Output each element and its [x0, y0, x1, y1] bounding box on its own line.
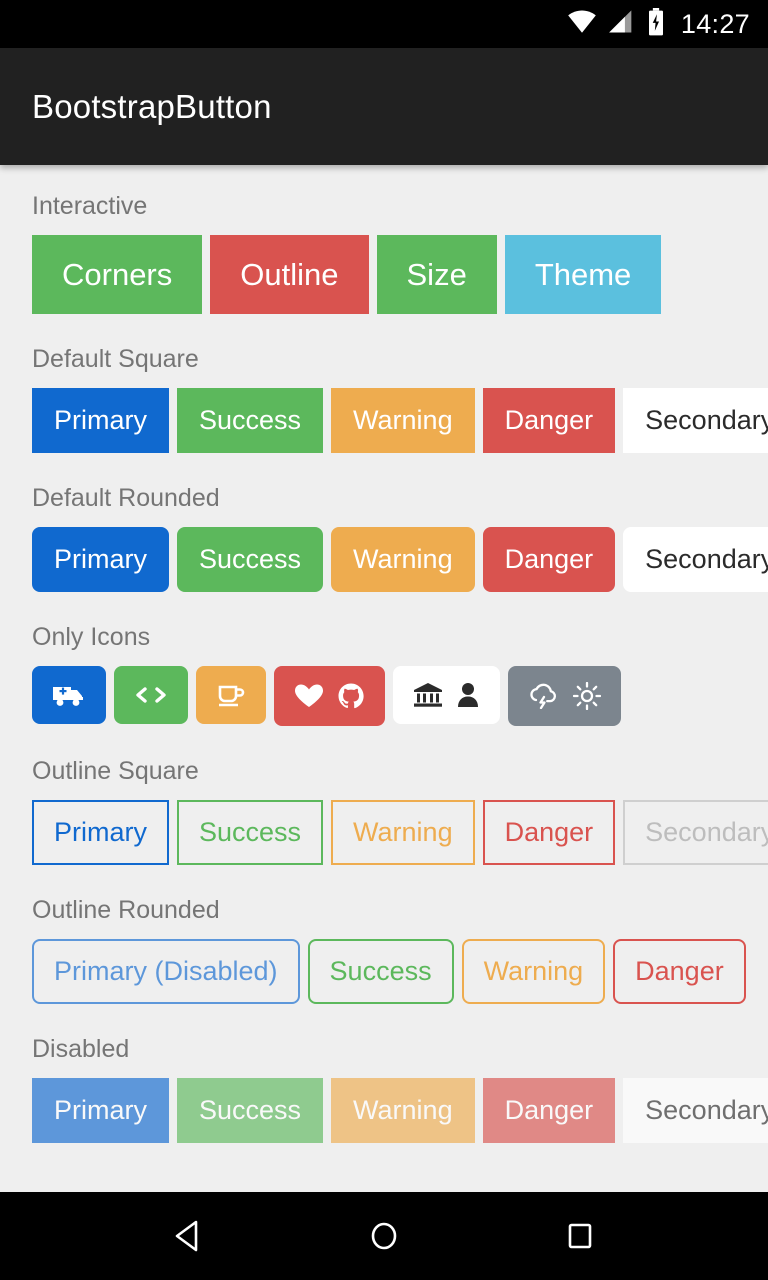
recents-icon[interactable]	[540, 1196, 620, 1276]
section-default-rounded: Default Rounded Primary Success Warning …	[32, 483, 768, 592]
section-outline-rounded: Outline Rounded Primary (Disabled) Succe…	[32, 895, 768, 1004]
navigation-bar	[0, 1192, 768, 1280]
button-outline-danger-rounded[interactable]: Danger	[613, 939, 746, 1004]
cellular-signal-icon	[608, 9, 636, 39]
bank-icon	[413, 682, 443, 708]
button-disabled-danger: Danger	[482, 1078, 616, 1143]
button-outline-success-square[interactable]: Success	[177, 800, 324, 865]
button-outline[interactable]: Outline	[210, 235, 369, 314]
app-title: BootstrapButton	[32, 87, 272, 125]
button-outline-danger-square[interactable]: Danger	[482, 800, 616, 865]
home-icon[interactable]	[344, 1196, 424, 1276]
status-bar-icons	[567, 7, 665, 41]
code-icon	[134, 682, 168, 708]
back-icon[interactable]	[148, 1196, 228, 1276]
button-row-only-icons	[32, 666, 768, 726]
heart-icon	[294, 683, 324, 709]
status-bar-clock: 14:27	[680, 8, 750, 39]
button-row-outline-square: Primary Success Warning Danger Secondary	[32, 800, 768, 865]
button-outline-warning-square[interactable]: Warning	[331, 800, 475, 865]
button-warning-square[interactable]: Warning	[331, 388, 475, 453]
button-bank-user[interactable]	[393, 666, 500, 724]
status-bar: 14:27	[0, 0, 768, 48]
section-disabled: Disabled Primary Success Warning Danger …	[32, 1034, 768, 1143]
button-size[interactable]: Size	[376, 235, 497, 314]
cloud-lightning-icon	[528, 683, 560, 709]
button-theme[interactable]: Theme	[504, 235, 662, 314]
button-secondary-square[interactable]: Secondary	[623, 388, 768, 453]
section-outline-square: Outline Square Primary Success Warning D…	[32, 756, 768, 865]
wifi-icon	[567, 9, 597, 39]
button-row-outline-rounded: Primary (Disabled) Success Warning Dange…	[32, 939, 768, 1004]
button-success-square[interactable]: Success	[177, 388, 324, 453]
android-screen: 14:27 BootstrapButton Interactive Corner…	[0, 0, 768, 1280]
github-icon	[337, 682, 365, 710]
button-disabled-primary: Primary	[32, 1078, 169, 1143]
button-outline-success-rounded[interactable]: Success	[307, 939, 454, 1004]
section-label: Interactive	[32, 192, 148, 220]
content-scroll-area[interactable]: Interactive Corners Outline Size Theme D…	[0, 165, 768, 1192]
button-danger-rounded[interactable]: Danger	[482, 527, 616, 592]
ambulance-icon	[52, 682, 86, 708]
button-outline-primary-square[interactable]: Primary	[32, 800, 169, 865]
button-primary-square[interactable]: Primary	[32, 388, 169, 453]
button-secondary-rounded[interactable]: Secondary	[623, 527, 768, 592]
section-label: Only Icons	[32, 623, 151, 651]
button-coffee[interactable]	[196, 666, 266, 724]
section-interactive: Interactive Corners Outline Size Theme	[32, 191, 768, 314]
button-disabled-warning: Warning	[331, 1078, 475, 1143]
button-corners[interactable]: Corners	[32, 235, 203, 314]
button-primary-rounded[interactable]: Primary	[32, 527, 169, 592]
button-success-rounded[interactable]: Success	[177, 527, 324, 592]
button-danger-square[interactable]: Danger	[482, 388, 616, 453]
user-icon	[456, 682, 480, 708]
sun-icon	[573, 682, 601, 710]
section-label: Outline Square	[32, 757, 199, 785]
button-outline-primary-disabled: Primary (Disabled)	[32, 939, 300, 1004]
battery-charging-icon	[647, 7, 665, 41]
section-label: Default Square	[32, 345, 199, 373]
app-bar: BootstrapButton	[0, 48, 768, 165]
section-label: Outline Rounded	[32, 896, 220, 924]
button-warning-rounded[interactable]: Warning	[331, 527, 475, 592]
button-weather[interactable]	[508, 666, 621, 726]
button-disabled-secondary: Secondary	[623, 1078, 768, 1143]
button-row-default-square: Primary Success Warning Danger Secondary	[32, 388, 768, 453]
button-outline-warning-rounded[interactable]: Warning	[461, 939, 606, 1004]
button-row-interactive: Corners Outline Size Theme	[32, 235, 768, 314]
button-heart-github[interactable]	[274, 666, 385, 726]
section-default-square: Default Square Primary Success Warning D…	[32, 344, 768, 453]
button-code[interactable]	[114, 666, 188, 724]
button-row-disabled: Primary Success Warning Danger Secondary	[32, 1078, 768, 1143]
section-only-icons: Only Icons	[32, 622, 768, 726]
section-label: Default Rounded	[32, 484, 220, 512]
button-row-default-rounded: Primary Success Warning Danger Secondary	[32, 527, 768, 592]
button-disabled-success: Success	[177, 1078, 324, 1143]
coffee-icon	[216, 682, 246, 708]
section-label: Disabled	[32, 1035, 130, 1063]
button-ambulance[interactable]	[32, 666, 106, 724]
button-outline-secondary-square[interactable]: Secondary	[623, 800, 768, 865]
